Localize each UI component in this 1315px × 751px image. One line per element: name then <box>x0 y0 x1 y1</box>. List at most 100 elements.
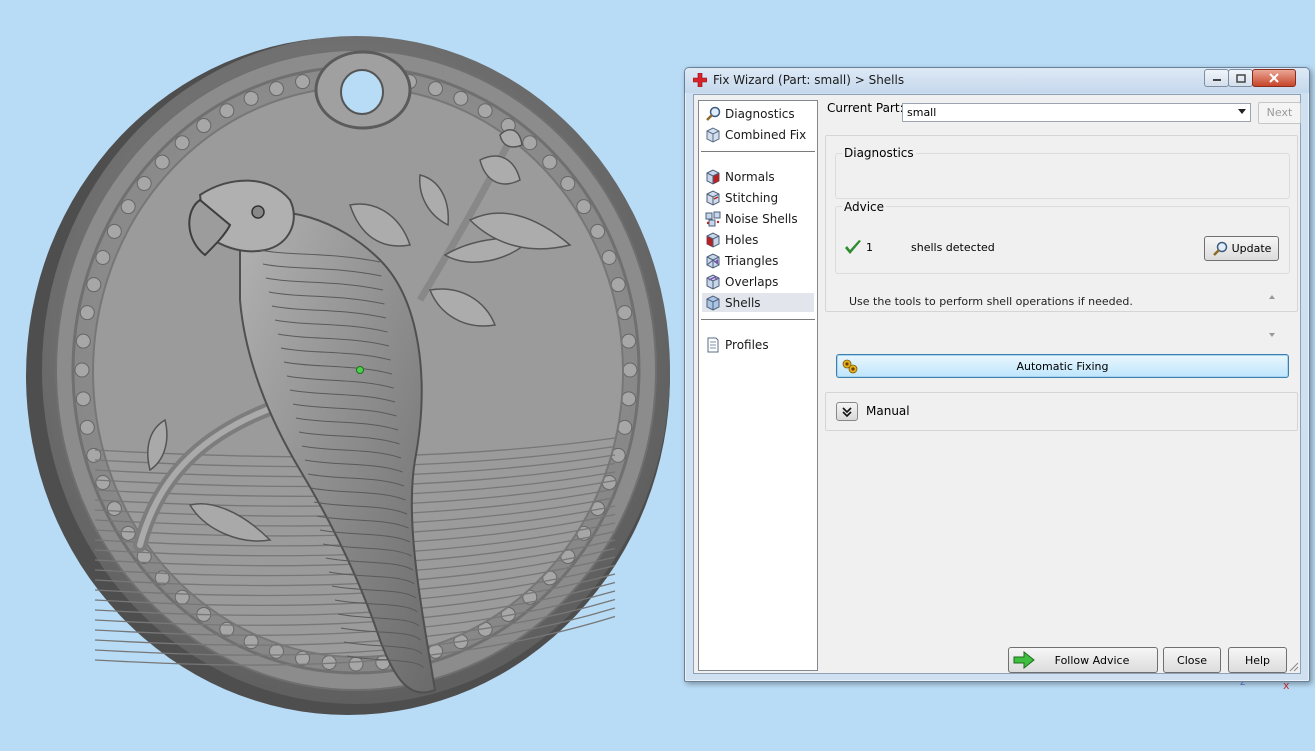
bead <box>617 305 633 321</box>
minimize-button[interactable] <box>1204 69 1229 87</box>
current-part-dropdown[interactable]: small <box>902 103 1251 122</box>
green-arrow-icon <box>1013 651 1035 669</box>
bead <box>86 277 102 293</box>
bead <box>154 154 170 170</box>
current-part-value: small <box>907 106 937 119</box>
advice-group-label: Advice <box>842 200 887 214</box>
fix-wizard-window[interactable]: Fix Wizard (Part: small) > Shells Diagno… <box>684 67 1310 682</box>
nav-item-triangles[interactable]: Triangles <box>702 251 814 270</box>
bead <box>560 175 576 191</box>
red-cross-icon <box>693 73 707 87</box>
bead <box>79 419 95 435</box>
bead <box>590 223 606 239</box>
nav-item-noise-shells[interactable]: Noise Shells <box>702 209 814 228</box>
bead <box>576 199 592 215</box>
current-part-label: Current Part: <box>827 101 904 115</box>
bead <box>542 154 558 170</box>
nav-item-label: Triangles <box>725 253 779 268</box>
advice-text: Use the tools to perform shell operation… <box>849 295 1133 308</box>
bead <box>348 656 364 672</box>
bead <box>453 90 469 106</box>
nav-item-label: Normals <box>725 169 775 184</box>
bead <box>219 103 235 119</box>
automatic-fixing-button[interactable]: Automatic Fixing <box>836 354 1289 378</box>
bead <box>428 81 444 97</box>
bead <box>174 135 190 151</box>
stitching-cube-icon <box>706 189 720 206</box>
nav-divider <box>701 151 815 152</box>
cube-icon <box>706 126 720 143</box>
magnifier-icon <box>1212 241 1227 256</box>
wizard-client-area: Diagnostics Combined Fix Normals Stitchi… <box>693 94 1301 674</box>
bead <box>622 362 638 378</box>
help-button[interactable]: Help <box>1228 647 1287 673</box>
bead <box>136 175 152 191</box>
nav-item-profiles[interactable]: Profiles <box>702 335 814 354</box>
bead <box>120 199 136 215</box>
wizard-nav-list: Diagnostics Combined Fix Normals Stitchi… <box>698 100 818 671</box>
nav-item-diagnostics[interactable]: Diagnostics <box>702 104 814 123</box>
shells-cube-icon <box>706 294 720 311</box>
nav-item-holes[interactable]: Holes <box>702 230 814 249</box>
follow-advice-button[interactable]: Follow Advice <box>1008 647 1158 673</box>
bead <box>95 249 111 265</box>
nav-item-normals[interactable]: Normals <box>702 167 814 186</box>
bead <box>522 135 538 151</box>
bead <box>621 391 637 407</box>
manual-expand-button[interactable] <box>836 402 858 421</box>
diagnostics-group-label: Diagnostics <box>842 146 916 160</box>
bead <box>268 643 284 659</box>
overlaps-cube-icon <box>706 273 720 290</box>
title-bar[interactable]: Fix Wizard (Part: small) > Shells <box>685 68 1309 93</box>
noise-shells-icon <box>705 211 721 226</box>
diagnostics-count: 1 <box>866 241 873 254</box>
window-title: Fix Wizard (Part: small) > Shells <box>713 73 905 87</box>
magnifier-icon <box>706 106 721 121</box>
bead <box>120 525 136 541</box>
bead <box>95 475 111 491</box>
bead <box>74 362 90 378</box>
resize-grip-icon[interactable] <box>1287 660 1299 672</box>
nav-item-shells[interactable]: Shells <box>702 293 814 312</box>
bead <box>268 81 284 97</box>
checkmark-icon <box>845 240 861 254</box>
bead <box>79 305 95 321</box>
nav-item-combined-fix[interactable]: Combined Fix <box>702 125 814 144</box>
nav-item-label: Noise Shells <box>725 211 798 226</box>
normals-cube-icon <box>706 168 720 185</box>
document-icon <box>707 337 719 352</box>
nav-item-label: Overlaps <box>725 274 779 289</box>
double-chevron-down-icon <box>842 406 852 417</box>
maximize-icon <box>1235 73 1246 83</box>
sunflower-icon <box>842 359 858 374</box>
nav-item-label: Stitching <box>725 190 779 205</box>
bead <box>75 333 91 349</box>
update-button-label: Update <box>1231 242 1272 255</box>
nav-divider <box>701 319 815 320</box>
bead <box>196 118 212 134</box>
update-button[interactable]: Update <box>1204 236 1279 261</box>
bead <box>601 249 617 265</box>
dropdown-arrow-icon <box>1238 109 1246 114</box>
nav-item-overlaps[interactable]: Overlaps <box>702 272 814 291</box>
nav-item-stitching[interactable]: Stitching <box>702 188 814 207</box>
maximize-button[interactable] <box>1228 69 1253 87</box>
bead <box>243 90 259 106</box>
advice-scrollbar[interactable] <box>1266 291 1278 341</box>
bead <box>610 277 626 293</box>
next-button[interactable]: Next <box>1258 102 1301 124</box>
close-button[interactable]: Close <box>1163 647 1221 673</box>
holes-cube-icon <box>706 231 720 248</box>
automatic-fixing-label: Automatic Fixing <box>1016 359 1109 373</box>
shells-panel: Diagnostics Advice <box>825 135 1298 312</box>
bead <box>295 74 311 90</box>
close-window-button[interactable] <box>1252 69 1296 87</box>
bead <box>295 650 311 666</box>
bead <box>106 501 122 517</box>
manual-section: Manual <box>825 392 1298 431</box>
manual-label: Manual <box>866 404 910 418</box>
follow-advice-label: Follow Advice <box>1054 653 1130 667</box>
close-icon <box>1269 73 1279 83</box>
bead <box>477 103 493 119</box>
triangles-cube-icon <box>706 252 720 269</box>
